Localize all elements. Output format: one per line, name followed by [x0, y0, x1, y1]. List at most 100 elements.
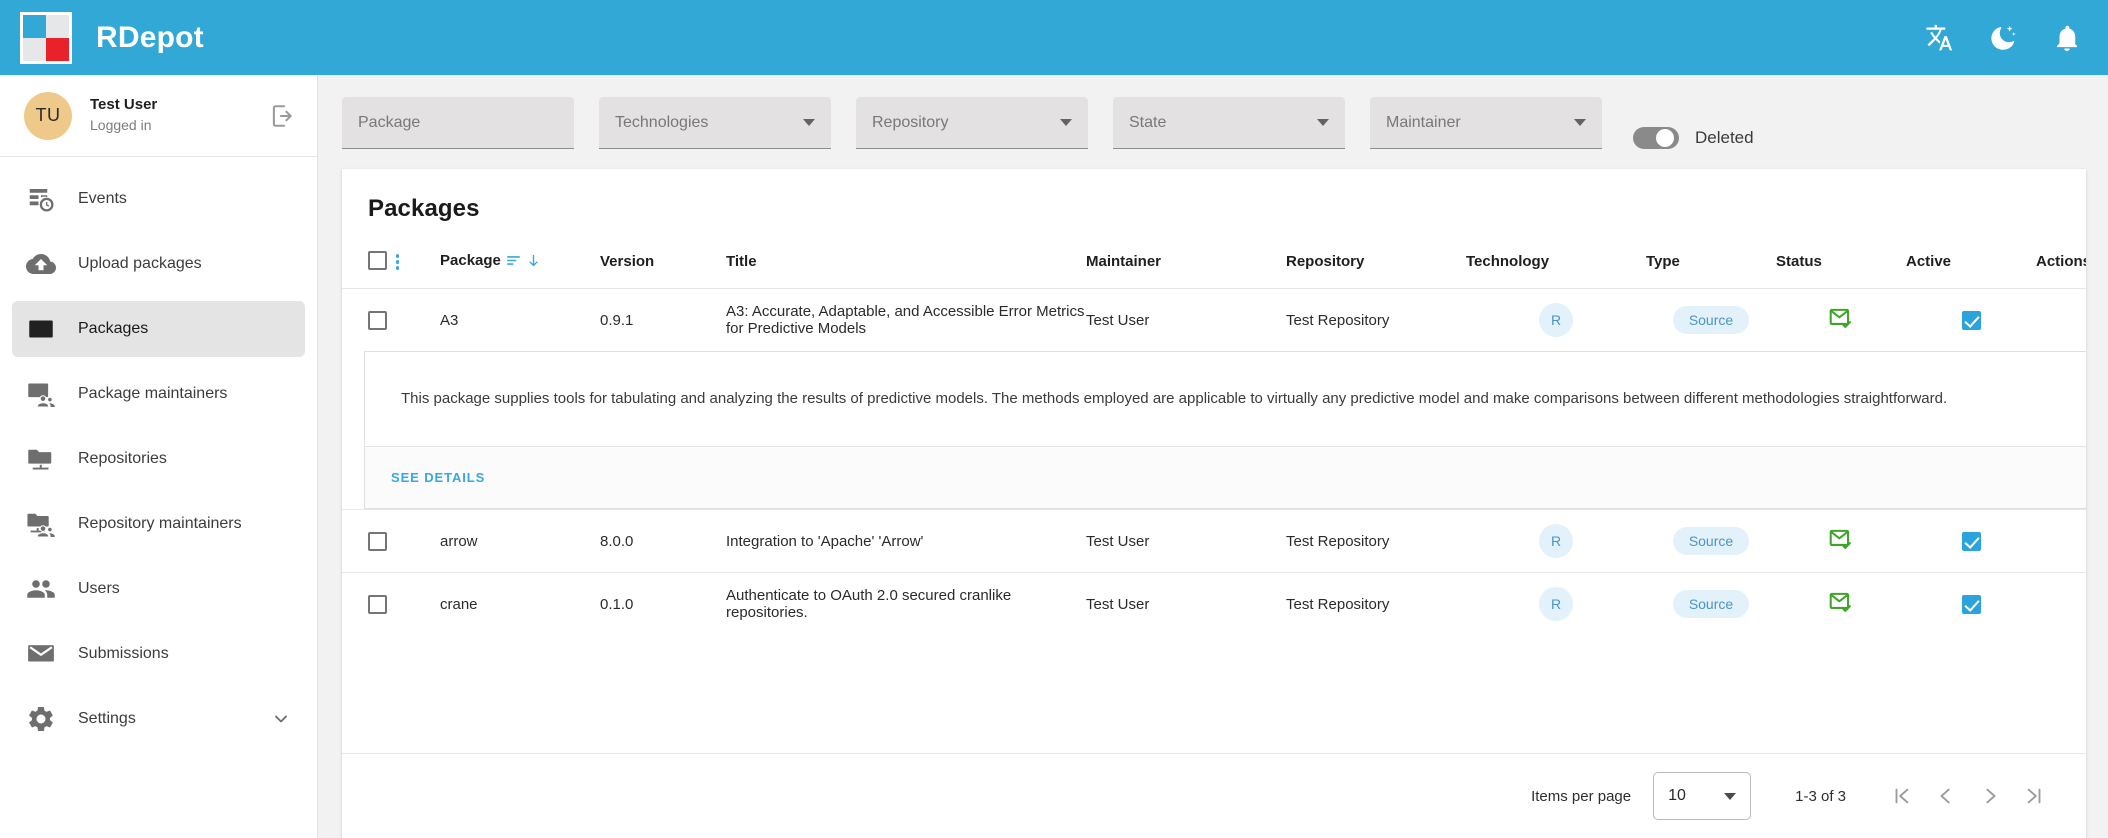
row-checkbox[interactable] [368, 310, 387, 330]
package-filter[interactable]: Package [342, 97, 574, 149]
deleted-toggle-wrap: Deleted [1633, 127, 1754, 149]
package-icon [29, 320, 53, 338]
cell-package: A3 [440, 311, 459, 329]
sidebar-item-label: Events [78, 190, 127, 207]
sidebar-item-events[interactable]: Events [12, 171, 305, 227]
logout-icon[interactable] [269, 103, 295, 129]
cell-technology: R [1466, 510, 1646, 573]
row-checkbox[interactable] [368, 531, 387, 551]
items-per-page-label: Items per page [1531, 787, 1632, 805]
chevron-right-icon [1986, 788, 1996, 804]
cell-status [1776, 289, 1906, 352]
row-select-cell [342, 289, 396, 352]
deleted-toggle[interactable] [1633, 127, 1679, 149]
cell-maintainer: Test User [1086, 311, 1150, 329]
chevron-down-icon [803, 119, 815, 126]
sidebar-item-submissions[interactable]: Submissions [12, 626, 305, 682]
select-all-checkbox[interactable] [368, 251, 387, 270]
last-page-button[interactable] [2012, 774, 2056, 818]
cell-actions [2036, 510, 2086, 573]
sidebar-item-upload-packages[interactable]: Upload packages [12, 236, 305, 292]
cell-package: arrow [440, 532, 478, 550]
see-details-button[interactable]: SEE DETAILS [391, 470, 485, 485]
mail-check-icon[interactable] [1828, 589, 1854, 615]
repository-filter[interactable]: Repository [856, 97, 1088, 149]
cell-title: Authenticate to OAuth 2.0 secured cranli… [726, 587, 1012, 622]
table-header-row: Package Version Title Maintainer Reposit… [342, 223, 2086, 289]
column-header-version[interactable]: Version [600, 223, 726, 289]
column-header-maintainer[interactable]: Maintainer [1086, 223, 1286, 289]
cell-technology: R [1466, 289, 1646, 352]
column-header-status[interactable]: Status [1776, 223, 1906, 289]
column-header-package[interactable]: Package [440, 223, 600, 289]
avatar: TU [24, 91, 72, 140]
page-title: Packages [368, 195, 480, 222]
repository-maintainers-icon [27, 513, 56, 538]
column-header-technology[interactable]: Technology [1466, 223, 1646, 289]
dark-mode-icon[interactable] [1988, 23, 2018, 53]
maintainer-filter-label: Maintainer [1386, 113, 1461, 131]
packages-table: Package Version Title Maintainer Reposit… [342, 223, 2086, 635]
sidebar-item-label: Users [78, 580, 120, 597]
state-filter[interactable]: State [1113, 97, 1345, 149]
active-checkbox[interactable] [1961, 310, 1981, 330]
maintainer-filter[interactable]: Maintainer [1370, 97, 1602, 149]
mail-check-icon[interactable] [1828, 305, 1854, 331]
brand-title: RDepot [96, 20, 204, 54]
topbar-actions [1924, 23, 2082, 53]
sort-package: Package [440, 251, 541, 270]
table-row[interactable]: A3 0.9.1 A3: Accurate, Adaptable, and Ac… [342, 288, 2086, 352]
active-checkbox[interactable] [1961, 594, 1981, 614]
cell-repository: Test Repository [1286, 595, 1390, 613]
column-header-repository[interactable]: Repository [1286, 223, 1466, 289]
deleted-toggle-label: Deleted [1695, 128, 1754, 147]
column-header-active[interactable]: Active [1906, 223, 2036, 289]
technologies-filter[interactable]: Technologies [599, 97, 831, 149]
column-options-icon[interactable] [396, 254, 400, 270]
table-row[interactable]: crane 0.1.0 Authenticate to OAuth 2.0 se… [342, 572, 2086, 636]
chevron-down-icon[interactable] [271, 709, 291, 729]
previous-page-button[interactable] [1924, 774, 1968, 818]
row-menu-cell [396, 289, 440, 352]
user-name: Test User [90, 96, 158, 114]
sort-icon [506, 256, 520, 265]
cell-version: 8.0.0 [600, 532, 634, 550]
sidebar-item-packages[interactable]: Packages [12, 301, 305, 357]
language-icon[interactable] [1924, 23, 1954, 53]
logo-quadrant-bottom-left [23, 37, 46, 61]
sidebar-item-package-maintainers[interactable]: Package maintainers [12, 366, 305, 422]
sidebar-item-users[interactable]: Users [12, 561, 305, 617]
table-row[interactable]: arrow 8.0.0 Integration to 'Apache' 'Arr… [342, 509, 2086, 573]
cell-repository: Test Repository [1286, 311, 1390, 329]
next-page-button[interactable] [1968, 774, 2012, 818]
notifications-icon[interactable] [2052, 23, 2082, 53]
gear-icon [29, 706, 53, 732]
column-header-type[interactable]: Type [1646, 223, 1776, 289]
sidebar-item-repository-maintainers[interactable]: Repository maintainers [12, 496, 305, 552]
cell-status [1776, 510, 1906, 573]
sidebar-item-repositories[interactable]: Repositories [12, 431, 305, 487]
select-all-header [342, 223, 396, 289]
technology-badge: R [1539, 524, 1573, 559]
sidebar-item-settings[interactable]: Settings [12, 691, 305, 747]
items-per-page-select[interactable]: 10 [1653, 772, 1752, 820]
column-header-title[interactable]: Title [726, 223, 1086, 289]
chevron-left-icon [1940, 788, 1950, 804]
first-page-button[interactable] [1880, 774, 1924, 818]
cell-active [1906, 573, 2036, 636]
active-checkbox[interactable] [1961, 531, 1981, 551]
mail-check-icon[interactable] [1828, 526, 1854, 552]
detail-cell: This package supplies tools for tabulati… [342, 351, 2086, 510]
row-checkbox[interactable] [368, 594, 387, 614]
chevron-down-icon [1060, 119, 1072, 126]
row-select-cell [342, 573, 396, 636]
type-chip: Source [1672, 590, 1750, 619]
type-chip: Source [1672, 527, 1750, 556]
arrow-down-icon [529, 254, 538, 267]
column-menu-header [396, 223, 440, 289]
row-menu-cell [396, 573, 440, 636]
cell-version: 0.1.0 [600, 595, 634, 613]
cell-title: Integration to 'Apache' 'Arrow' [726, 532, 924, 550]
cell-maintainer: Test User [1086, 595, 1150, 613]
top-app-bar: RDepot [0, 0, 2108, 75]
